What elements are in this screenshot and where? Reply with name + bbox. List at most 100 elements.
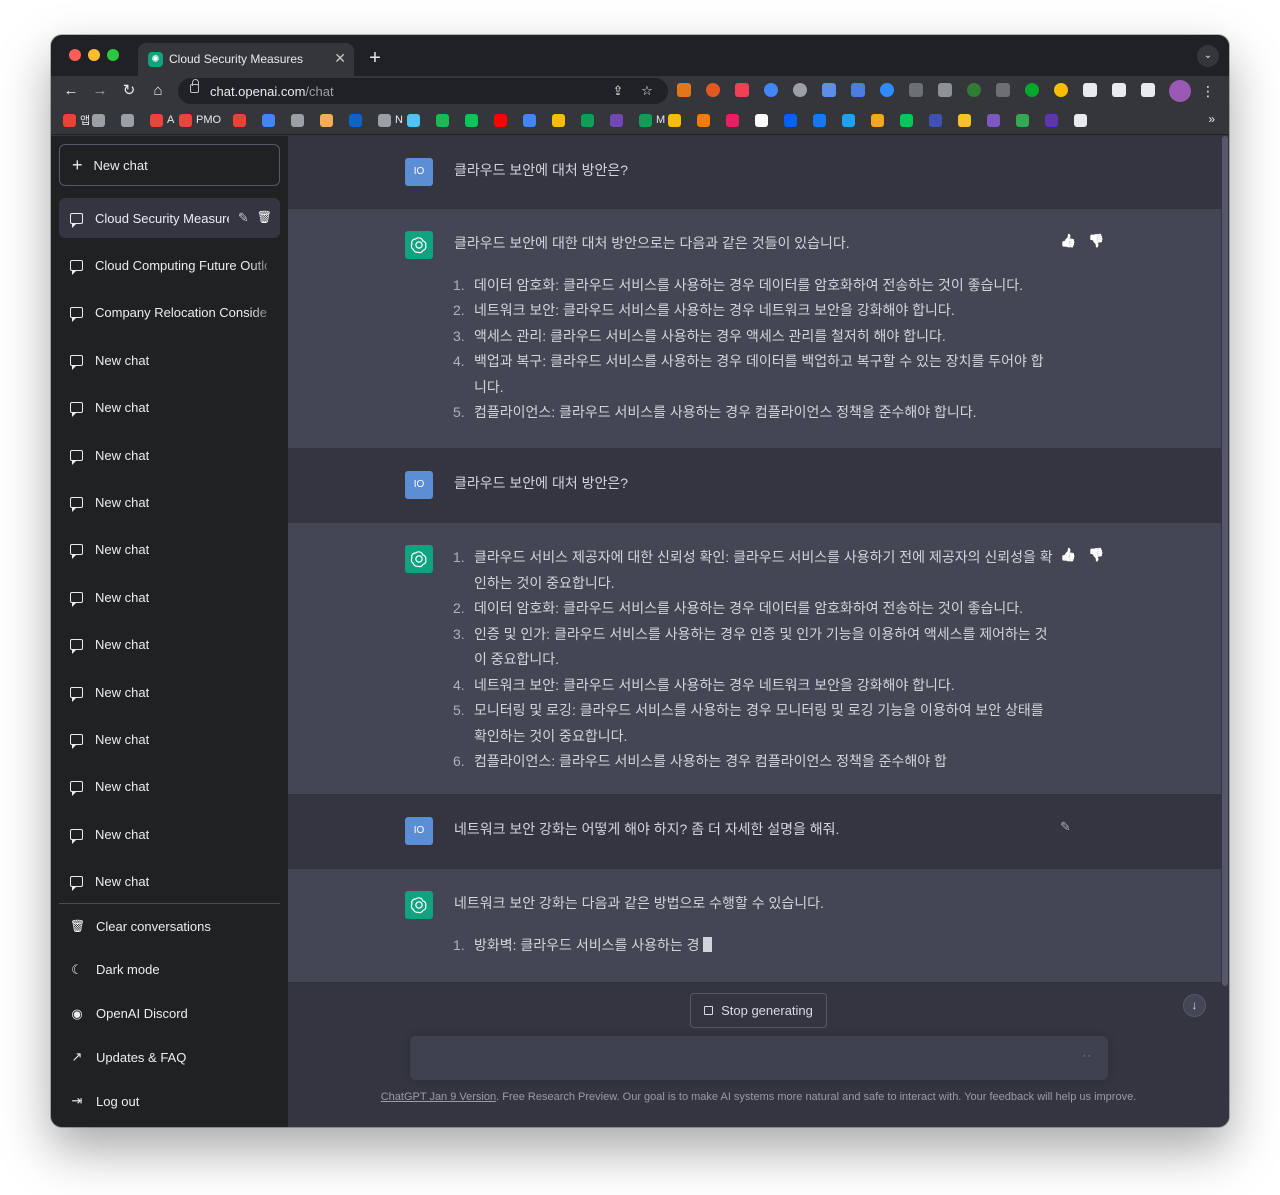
sidebar-conversation-item[interactable]: New chat	[59, 435, 280, 475]
edit-message-icon[interactable]: ✎	[1060, 819, 1071, 835]
profile-avatar[interactable]	[1169, 80, 1191, 102]
dropbox-icon[interactable]	[938, 83, 952, 97]
tab-close-icon[interactable]: ✕	[334, 50, 346, 67]
extension-icon[interactable]	[1054, 83, 1068, 97]
home-icon[interactable]: ⌂	[146, 79, 170, 103]
bookmark-item[interactable]	[958, 112, 971, 128]
bookmark-star-icon[interactable]: ☆	[637, 81, 657, 101]
thumbs-down-icon[interactable]: 👎	[1088, 547, 1104, 563]
bookmark-item[interactable]	[697, 112, 710, 128]
scrollbar[interactable]	[1221, 136, 1229, 1127]
bookmark-item[interactable]	[465, 112, 478, 128]
sidebar-footer-item[interactable]: ☾ Dark mode	[59, 950, 280, 990]
bookmarks-overflow-icon[interactable]: »	[1208, 112, 1215, 126]
bookmark-item[interactable]	[755, 112, 768, 128]
sidebar-conversation-item[interactable]: New chat	[59, 766, 280, 807]
bookmark-item[interactable]	[1045, 112, 1058, 128]
new-tab-button[interactable]: +	[363, 47, 387, 71]
edit-pencil-icon[interactable]: ✎	[238, 210, 249, 226]
bookmark-item[interactable]: M	[639, 112, 665, 128]
bookmark-item[interactable]	[987, 112, 1000, 128]
bookmark-item[interactable]	[871, 112, 884, 128]
reload-icon[interactable]: ↻	[117, 79, 141, 103]
extension-icon[interactable]	[706, 83, 720, 97]
stop-generating-button[interactable]: Stop generating	[690, 993, 827, 1028]
bookmark-item[interactable]	[349, 112, 362, 128]
browser-menu-icon[interactable]: ⋮	[1201, 80, 1215, 102]
sidebar-conversation-item[interactable]: New chat	[59, 672, 280, 712]
bookmark-item[interactable]	[668, 112, 681, 128]
close-window-button[interactable]	[69, 49, 81, 61]
grammarly-icon[interactable]	[967, 83, 981, 97]
zoom-icon[interactable]	[880, 83, 894, 97]
sidebar-conversation-item[interactable]: Cloud Security Measures ✎ 🗑	[59, 198, 280, 238]
message-input-box[interactable]: ··	[410, 1036, 1108, 1080]
sidebar-conversation-item[interactable]: New chat	[59, 340, 280, 381]
bookmark-item[interactable]	[581, 112, 594, 128]
download-icon[interactable]	[996, 83, 1010, 97]
bookmark-item[interactable]	[92, 112, 105, 128]
thumbs-up-icon[interactable]: 👍	[1060, 547, 1076, 563]
reading-list-icon[interactable]	[1112, 83, 1126, 97]
message-input[interactable]	[424, 1048, 1064, 1068]
sidebar-conversation-item[interactable]: Cloud Computing Future Outlook	[59, 245, 280, 286]
sidebar-footer-item[interactable]: 🗑 Clear conversations	[59, 906, 280, 946]
evernote-icon[interactable]	[1025, 83, 1039, 97]
bookmark-item[interactable]: N	[378, 112, 403, 128]
sidebar-footer-item[interactable]: ↗ Updates & FAQ	[59, 1037, 280, 1077]
sidebar-conversation-item[interactable]: New chat	[59, 861, 280, 902]
address-bar[interactable]: chat.openai.com/chat ⇪ ☆	[178, 78, 668, 104]
new-chat-button[interactable]: + New chat	[59, 144, 280, 186]
sidebar-conversation-item[interactable]: New chat	[59, 814, 280, 855]
sidebar-conversation-item[interactable]: New chat	[59, 529, 280, 570]
sidebar-conversation-item[interactable]: New chat	[59, 387, 280, 428]
bookmark-item[interactable]	[610, 112, 623, 128]
bookmark-item[interactable]	[1016, 112, 1029, 128]
bookmark-item[interactable]	[523, 112, 536, 128]
sidebar-conversation-item[interactable]: New chat	[59, 719, 280, 760]
forward-arrow-icon[interactable]: →	[88, 79, 112, 103]
browser-tab-active[interactable]: ✺ Cloud Security Measures ✕	[138, 43, 354, 76]
sidebar-conversation-item[interactable]: New chat	[59, 577, 280, 618]
scroll-down-arrow-icon[interactable]: ↓	[1183, 994, 1206, 1017]
thumbs-down-icon[interactable]: 👎	[1088, 233, 1104, 249]
maximize-window-button[interactable]	[107, 49, 119, 61]
metamask-icon[interactable]	[677, 83, 691, 97]
puzzle-icon[interactable]	[1083, 83, 1097, 97]
bookmark-item[interactable]	[407, 112, 420, 128]
bookmark-item[interactable]	[494, 112, 507, 128]
scrollbar-thumb[interactable]	[1222, 136, 1228, 986]
back-arrow-icon[interactable]: ←	[59, 79, 83, 103]
bookmark-item[interactable]	[121, 112, 134, 128]
extension-icon[interactable]	[764, 83, 778, 97]
bookmark-item[interactable]: 앱	[63, 112, 90, 128]
bookmark-item[interactable]: PMO	[179, 112, 221, 128]
translate-icon[interactable]	[851, 83, 865, 97]
bookmark-item[interactable]	[233, 112, 246, 128]
sidebar-conversation-item[interactable]: New chat	[59, 624, 280, 665]
bookmark-item[interactable]	[436, 112, 449, 128]
camera-icon[interactable]	[822, 83, 836, 97]
bookmark-item[interactable]	[900, 112, 913, 128]
cloud-icon[interactable]	[793, 83, 807, 97]
share-icon[interactable]: ⇪	[608, 81, 628, 101]
bookmark-item[interactable]	[320, 112, 333, 128]
bookmark-item[interactable]	[1074, 112, 1087, 128]
sidebar-conversation-item[interactable]: Company Relocation Considerations	[59, 292, 280, 333]
extension-icon[interactable]	[909, 83, 923, 97]
sidebar-footer-item[interactable]: ◉ OpenAI Discord	[59, 994, 280, 1034]
sidebar-footer-item[interactable]: ⇥ Log out	[59, 1081, 280, 1121]
thumbs-up-icon[interactable]: 👍	[1060, 233, 1076, 249]
minimize-window-button[interactable]	[88, 49, 100, 61]
bookmark-item[interactable]: A	[150, 112, 174, 128]
trash-icon[interactable]: 🗑	[257, 210, 272, 226]
bookmark-item[interactable]	[929, 112, 942, 128]
bookmark-item[interactable]	[291, 112, 304, 128]
bookmark-item[interactable]	[262, 112, 275, 128]
pocket-icon[interactable]	[735, 83, 749, 97]
bookmark-item[interactable]	[726, 112, 739, 128]
side-panel-icon[interactable]	[1141, 83, 1155, 97]
bookmark-item[interactable]	[842, 112, 855, 128]
bookmark-item[interactable]	[813, 112, 826, 128]
bookmark-item[interactable]	[552, 112, 565, 128]
